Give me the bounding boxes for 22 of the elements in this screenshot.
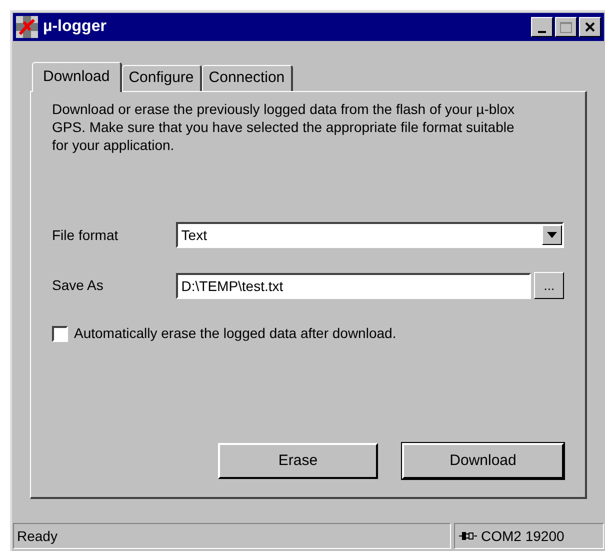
status-message: Ready <box>13 523 451 549</box>
tab[interactable]: Connection <box>202 65 293 91</box>
close-icon <box>585 22 595 32</box>
browse-button[interactable]: ... <box>534 272 564 299</box>
description-text: Download or erase the previously logged data from the flash of your µ-blox GPS. Make sure that you have selected the appropriate file format suitable for your application. <box>52 100 516 154</box>
app-logo-icon <box>16 16 38 38</box>
field-label: File format <box>52 226 120 244</box>
maximize-button[interactable] <box>555 17 577 37</box>
minimize-button[interactable] <box>531 17 553 37</box>
checkbox-label: Automatically erase the logged data after download. <box>74 324 396 343</box>
save-path-field[interactable]: D:\TEMP\test.txt <box>176 272 532 298</box>
connection-text: COM2 19200 <box>481 526 564 546</box>
checkbox[interactable] <box>52 326 68 342</box>
window-title: µ-logger <box>43 17 106 37</box>
plug-icon <box>459 531 477 541</box>
action-button[interactable]: Erase <box>218 443 378 479</box>
close-button[interactable] <box>579 17 601 37</box>
action-button[interactable]: Download <box>402 443 564 479</box>
tab[interactable]: Download <box>32 62 122 92</box>
file-format-dropdown[interactable]: Text <box>176 222 564 248</box>
tab[interactable]: Configure <box>122 65 202 91</box>
field-label: Save As <box>52 276 104 295</box>
